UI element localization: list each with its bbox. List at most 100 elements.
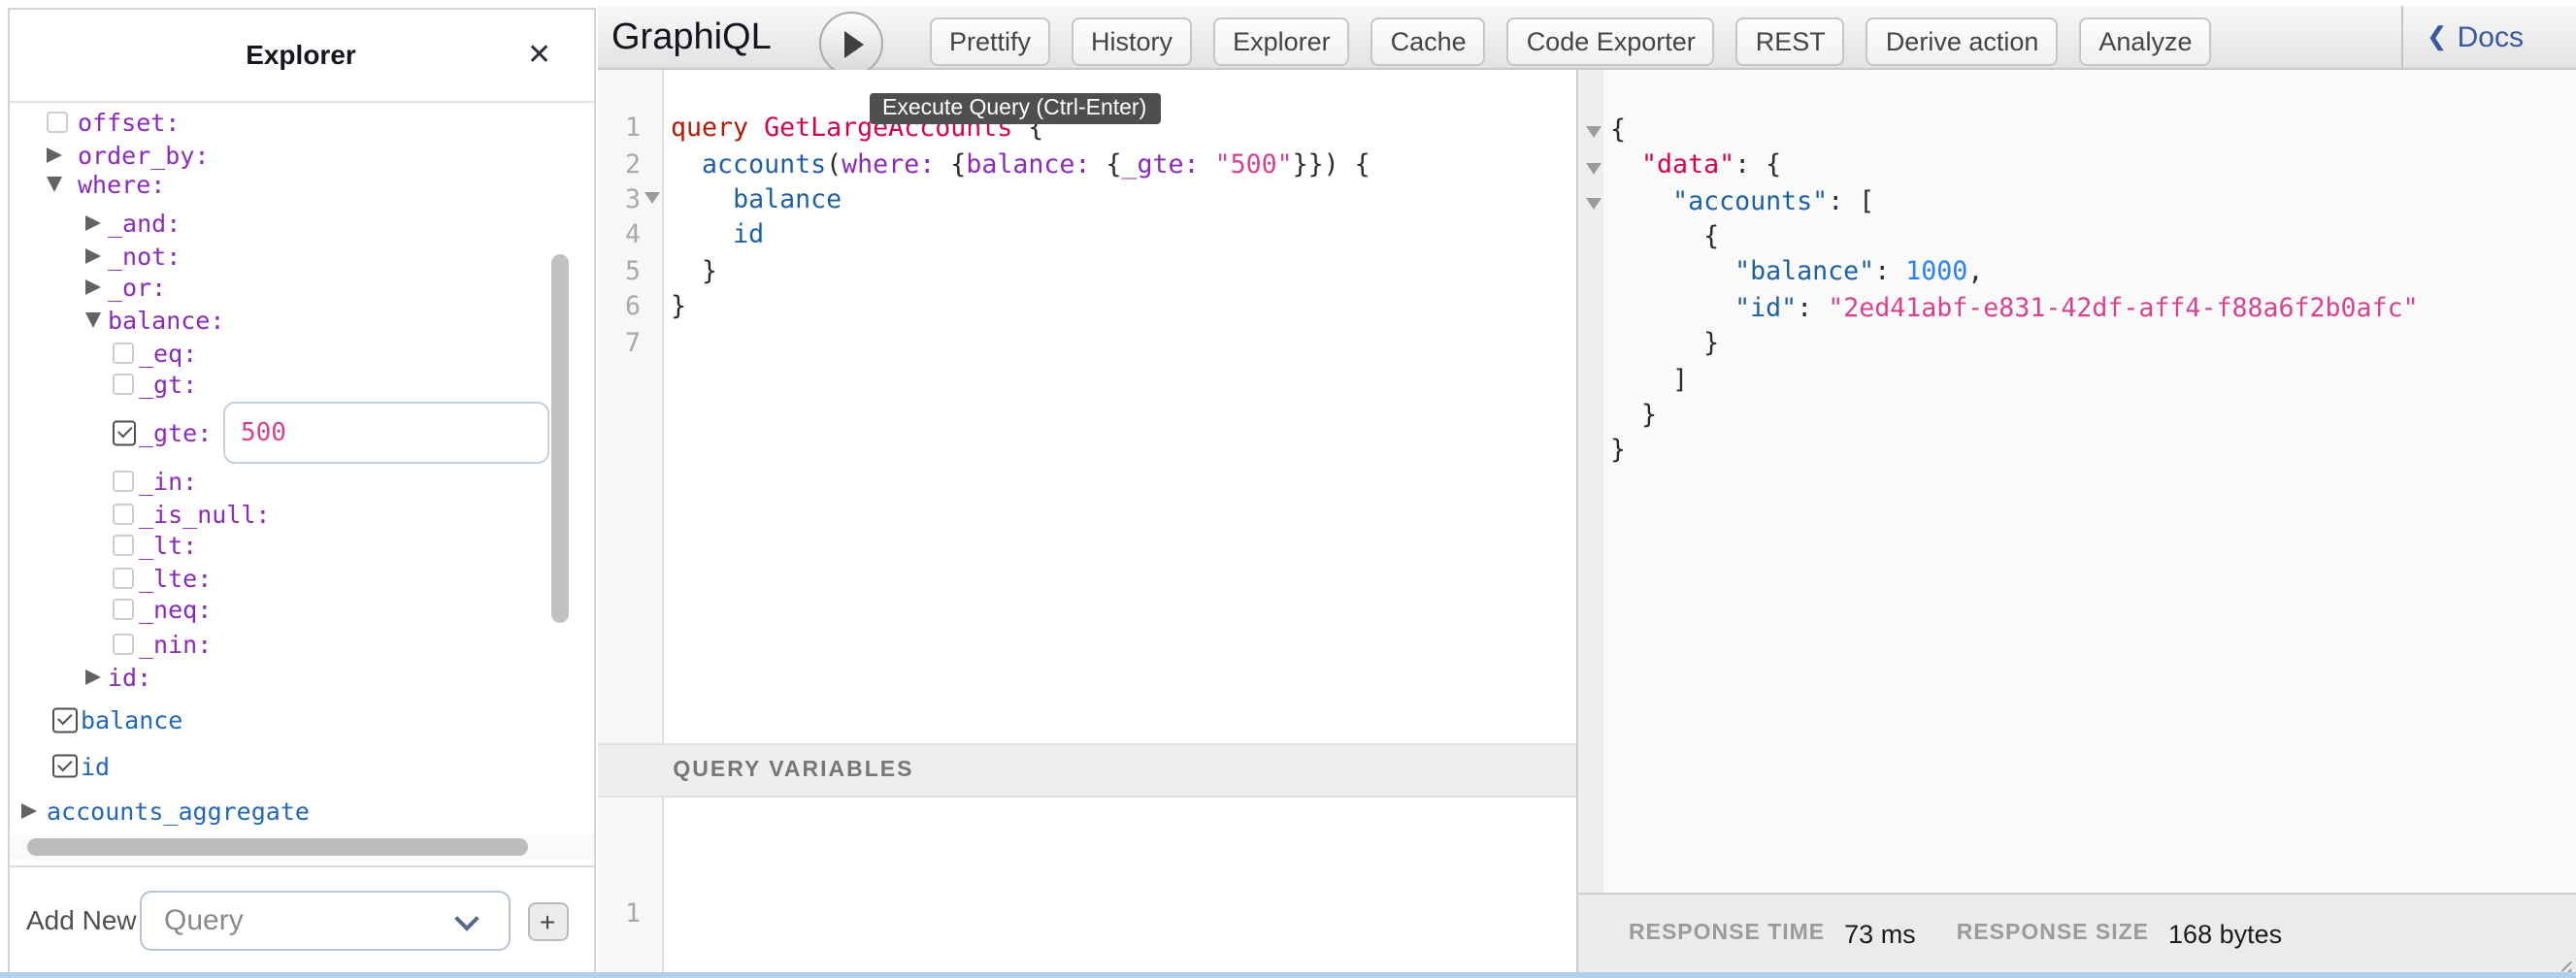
tree-label: offset: — [78, 108, 180, 137]
tree-row-balance[interactable]: balance — [9, 703, 593, 736]
response-size-value: 168 bytes — [2168, 919, 2282, 948]
tree-label: order_by: — [78, 140, 209, 169]
toolbar-button-rest[interactable]: REST — [1736, 17, 1845, 66]
tree-row-_is_null[interactable]: _is_null: — [9, 497, 593, 530]
tree-row-_lte[interactable]: _lte: — [9, 561, 593, 594]
line-number: 1 — [598, 113, 641, 148]
arrow-collapsed-icon[interactable] — [84, 215, 100, 231]
tree-row-_gt[interactable]: _gt: — [9, 368, 593, 401]
tree-horizontal-scrollbar[interactable] — [9, 834, 593, 860]
toolbar-button-history[interactable]: History — [1072, 17, 1192, 66]
checkbox-icon[interactable] — [112, 374, 133, 395]
checkbox-icon[interactable] — [112, 342, 133, 364]
code-line: } — [1610, 436, 2419, 472]
tree-row-_nin[interactable]: _nin: — [9, 627, 593, 660]
code-line: "balance": 1000, — [1610, 257, 2419, 293]
checkbox-checked-icon[interactable] — [52, 754, 77, 778]
checkbox-icon[interactable] — [112, 535, 133, 556]
tree-row-id[interactable]: id — [9, 749, 593, 782]
arrow-expanded-icon[interactable] — [84, 312, 100, 328]
tree-row-_or[interactable]: _or: — [9, 271, 593, 304]
query-editor[interactable]: query GetLargeAccounts { accounts(where:… — [671, 113, 1371, 362]
code-line: balance — [671, 184, 1371, 220]
fold-arrow-icon[interactable] — [1586, 127, 1602, 139]
tree-row-offset[interactable]: offset: — [9, 106, 593, 139]
arrow-collapsed-icon[interactable] — [84, 669, 100, 685]
tree-row-_in[interactable]: _in: — [9, 465, 593, 498]
toolbar-button-prettify[interactable]: Prettify — [930, 17, 1050, 66]
add-operation-button[interactable]: + — [527, 902, 568, 941]
fold-arrow-icon[interactable] — [644, 192, 659, 204]
tree-label: _lte: — [139, 563, 212, 592]
docs-label: Docs — [2458, 20, 2524, 53]
tree-row-_and[interactable]: _and: — [9, 207, 593, 240]
tree-label: balance — [81, 705, 182, 734]
response-time-value: 73 ms — [1844, 919, 1916, 948]
variables-gutter — [598, 798, 663, 973]
scrollbar-thumb[interactable] — [27, 838, 528, 855]
arrow-collapsed-icon[interactable] — [84, 247, 100, 263]
tree-row-accounts_aggregate[interactable]: accounts_aggregate — [9, 795, 593, 828]
query-line-numbers: 1234567 — [598, 113, 641, 362]
gte-value-input[interactable]: 500 — [223, 402, 549, 464]
tree-row-_neq[interactable]: _neq: — [9, 593, 593, 626]
tree-row-order_by[interactable]: order_by: — [9, 138, 593, 171]
code-line: } — [671, 256, 1371, 292]
response-time-label: RESPONSE TIME — [1629, 922, 1825, 945]
resize-handle-icon[interactable] — [2553, 950, 2572, 969]
execute-tooltip: Execute Query (Ctrl-Enter) — [869, 92, 1160, 124]
arrow-collapsed-icon[interactable] — [84, 279, 100, 295]
explorer-header: Explorer ✕ — [9, 9, 593, 102]
checkbox-checked-icon[interactable] — [112, 421, 136, 445]
tree-row-id[interactable]: id: — [9, 661, 593, 694]
tree-label: _neq: — [139, 595, 212, 624]
explorer-tree: offset:order_by:where:_and:_not:_or:bala… — [9, 102, 593, 864]
operation-type-select[interactable]: Query — [139, 891, 511, 951]
checkbox-checked-icon[interactable] — [52, 708, 77, 733]
line-number: 6 — [598, 291, 641, 327]
toolbar-button-cache[interactable]: Cache — [1371, 17, 1486, 66]
tree-label: balance: — [108, 306, 224, 335]
checkbox-icon[interactable] — [112, 599, 133, 620]
code-line: "accounts": [ — [1610, 185, 2419, 221]
line-number: 5 — [598, 256, 641, 292]
variables-line-number: 1 — [598, 899, 641, 935]
toolbar-button-code-exporter[interactable]: Code Exporter — [1507, 17, 1715, 66]
tree-label: where: — [78, 170, 165, 199]
variables-title-bar[interactable]: QUERY VARIABLES — [598, 744, 1575, 798]
tree-row-_not[interactable]: _not: — [9, 239, 593, 272]
variables-editor[interactable]: 1 — [598, 798, 1575, 973]
fold-arrow-icon[interactable] — [1586, 198, 1602, 210]
checkbox-icon[interactable] — [112, 503, 133, 524]
tree-row-where[interactable]: where: — [9, 168, 593, 201]
response-size-label: RESPONSE SIZE — [1957, 922, 2149, 945]
arrow-collapsed-icon[interactable] — [47, 147, 62, 162]
chevron-left-icon: ❮ — [2427, 21, 2448, 52]
checkbox-icon[interactable] — [47, 112, 68, 133]
toolbar-button-analyze[interactable]: Analyze — [2079, 17, 2211, 66]
tree-vertical-scrollbar[interactable] — [551, 254, 568, 623]
fold-arrow-icon[interactable] — [1586, 162, 1602, 174]
checkbox-icon[interactable] — [112, 471, 133, 492]
tree-row-_lt[interactable]: _lt: — [9, 529, 593, 562]
tree-label: _is_null: — [139, 499, 270, 528]
tree-label: id — [81, 751, 110, 780]
code-line: ] — [1610, 364, 2419, 400]
tree-row-balance[interactable]: balance: — [9, 304, 593, 337]
tree-label: _in: — [139, 467, 197, 496]
execute-button[interactable] — [819, 11, 883, 75]
docs-link[interactable]: ❮ Docs — [2427, 20, 2524, 53]
variables-title: QUERY VARIABLES — [673, 759, 913, 782]
tree-row-_eq[interactable]: _eq: — [9, 337, 593, 370]
code-line: "id": "2ed41abf-e831-42df-aff4-f88a6f2b0… — [1610, 293, 2419, 329]
checkbox-icon[interactable] — [112, 633, 133, 654]
topbar: GraphiQL PrettifyHistoryExplorerCacheCod… — [598, 5, 2576, 69]
arrow-expanded-icon[interactable] — [47, 177, 62, 192]
toolbar-button-derive-action[interactable]: Derive action — [1866, 17, 2059, 66]
tree-label: id: — [108, 663, 151, 692]
play-icon — [844, 30, 864, 57]
arrow-collapsed-icon[interactable] — [21, 803, 37, 819]
toolbar-button-explorer[interactable]: Explorer — [1213, 17, 1350, 66]
checkbox-icon[interactable] — [112, 567, 133, 588]
close-icon[interactable]: ✕ — [527, 37, 593, 72]
